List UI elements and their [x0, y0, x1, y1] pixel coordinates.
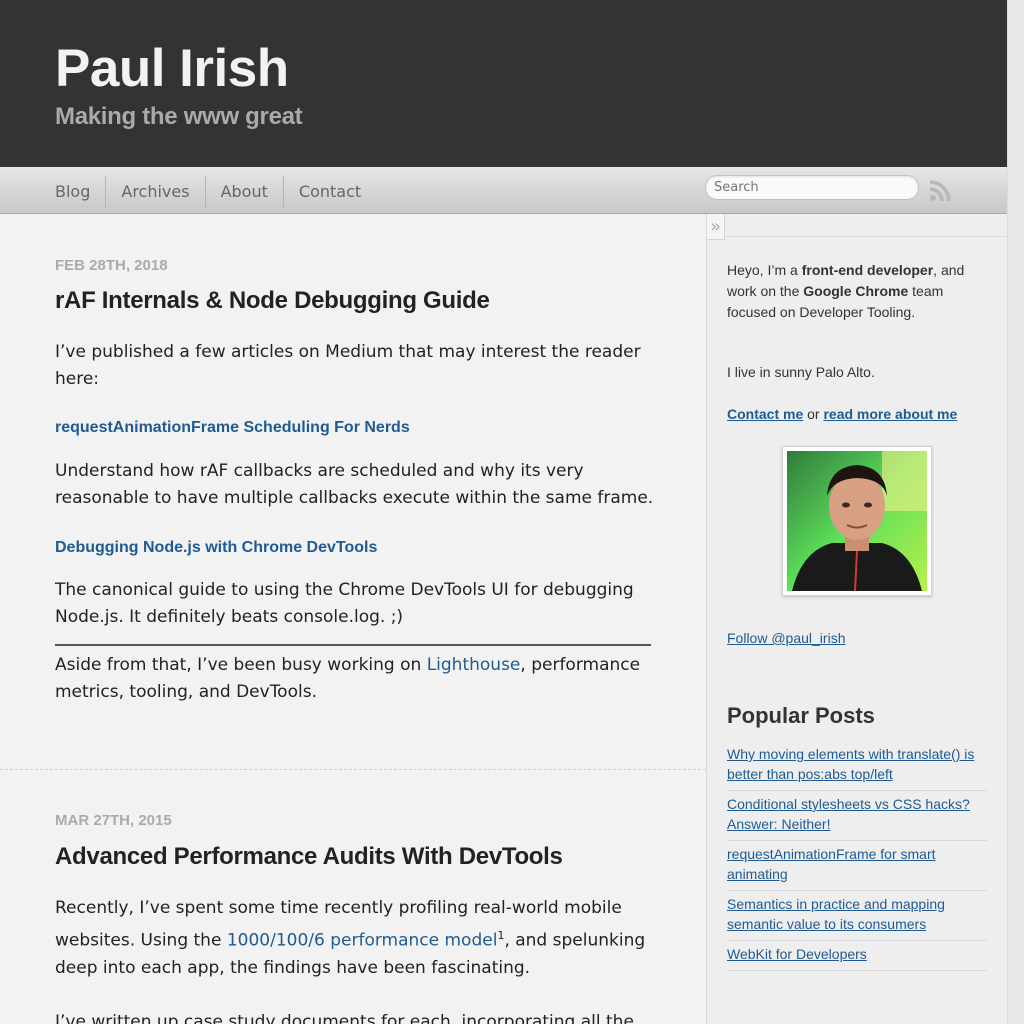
sidebar-bio: Heyo, I’m a front-end developer, and wor…: [727, 262, 965, 320]
post-date: Mar 27th, 2015: [55, 812, 172, 829]
popular-posts-heading: Popular Posts: [727, 703, 875, 728]
post-link-raf-scheduling[interactable]: requestAnimationFrame Scheduling For Ner…: [55, 419, 655, 437]
sidebar-collapse-toggle[interactable]: »: [707, 214, 725, 240]
site-title[interactable]: Paul Irish: [55, 38, 289, 99]
section-divider: [55, 644, 651, 646]
contact-me-link[interactable]: Contact me: [727, 406, 803, 422]
main-content: Feb 28th, 2018 rAF Internals & Node Debu…: [0, 214, 706, 1024]
post-paragraph: Aside from that, I’ve been busy working …: [55, 655, 641, 702]
post-article: Feb 28th, 2018 rAF Internals & Node Debu…: [55, 257, 655, 706]
popular-post-link[interactable]: Conditional stylesheets vs CSS hacks? An…: [727, 796, 970, 832]
popular-post-link[interactable]: Semantics in practice and mapping semant…: [727, 896, 945, 932]
sidebar-divider: [725, 236, 1008, 237]
popular-post-link[interactable]: Why moving elements with translate() is …: [727, 746, 974, 782]
post-link-node-debugging[interactable]: Debugging Node.js with Chrome DevTools: [55, 539, 655, 557]
list-item: Semantics in practice and mapping semant…: [727, 891, 987, 941]
popular-post-link[interactable]: WebKit for Developers: [727, 946, 867, 962]
post-date: Feb 28th, 2018: [55, 257, 168, 274]
list-item: Why moving elements with translate() is …: [727, 741, 987, 791]
list-item: requestAnimationFrame for smart animatin…: [727, 841, 987, 891]
rss-icon[interactable]: [928, 179, 952, 203]
post-paragraph: Understand how rAF callbacks are schedul…: [55, 461, 654, 508]
sidebar-follow: Follow @paul_irish: [727, 628, 987, 649]
nav-list: Blog Archives About Contact: [55, 176, 376, 208]
read-more-about-me-link[interactable]: read more about me: [823, 406, 957, 422]
page-scrollbar[interactable]: [1007, 0, 1024, 1024]
post-divider: [0, 769, 706, 770]
avatar: [782, 446, 932, 596]
post-article: Mar 27th, 2015 Advanced Performance Audi…: [55, 812, 655, 1024]
post-title[interactable]: rAF Internals & Node Debugging Guide: [55, 287, 655, 315]
sidebar: » Heyo, I’m a front-end developer, and w…: [706, 214, 1008, 1024]
popular-post-link[interactable]: requestAnimationFrame for smart animatin…: [727, 846, 936, 882]
site-subtitle: Making the www great: [55, 103, 303, 130]
sidebar-location: I live in sunny Palo Alto.: [727, 364, 875, 380]
post-paragraph: I’ve published a few articles on Medium …: [55, 342, 641, 389]
post-paragraph: I’ve written up case study documents for…: [55, 1011, 634, 1024]
nav-item-contact[interactable]: Contact: [282, 176, 376, 208]
nav-item-archives[interactable]: Archives: [105, 176, 204, 208]
search-input[interactable]: [705, 175, 919, 200]
lighthouse-link[interactable]: Lighthouse: [427, 655, 521, 675]
post-paragraph: Recently, I’ve spent some time recently …: [55, 898, 646, 978]
performance-model-link[interactable]: 1000/100/6 performance model: [227, 931, 498, 951]
follow-twitter-link[interactable]: Follow @paul_irish: [727, 630, 845, 646]
avatar-photo: [787, 451, 927, 592]
post-paragraph: The canonical guide to using the Chrome …: [55, 580, 634, 627]
nav-item-blog[interactable]: Blog: [55, 176, 105, 208]
list-item: Conditional stylesheets vs CSS hacks? An…: [727, 791, 987, 841]
popular-posts-list: Why moving elements with translate() is …: [727, 741, 987, 971]
list-item: WebKit for Developers: [727, 941, 987, 971]
sidebar-contact-line: Contact me or read more about me: [727, 406, 958, 422]
nav-item-about[interactable]: About: [204, 176, 283, 208]
site-header: Paul Irish Making the www great: [0, 0, 1007, 167]
post-title[interactable]: Advanced Performance Audits With DevTool…: [55, 843, 655, 871]
